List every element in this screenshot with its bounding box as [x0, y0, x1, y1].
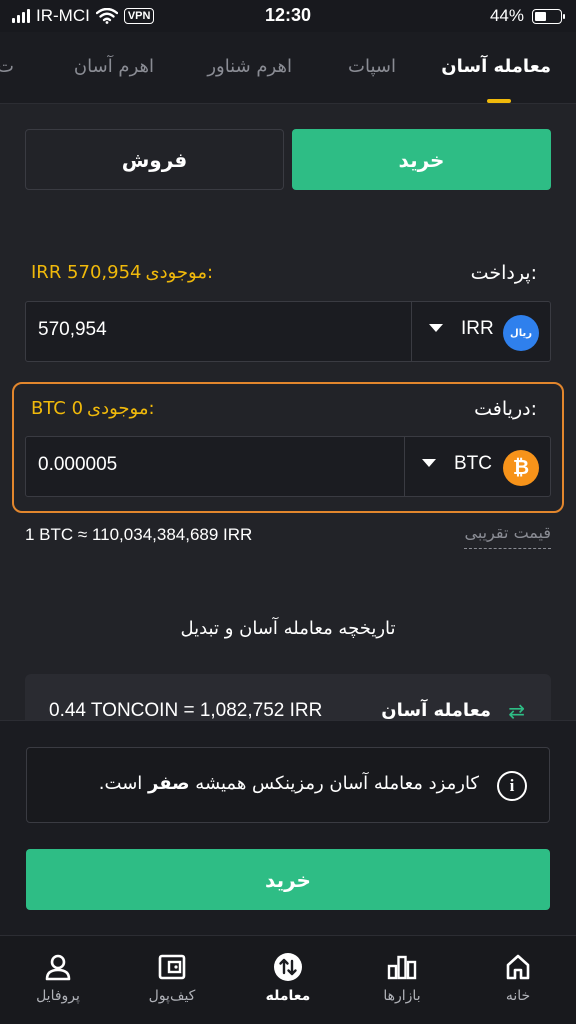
trade-type-tabs: معامله آسان اسپات اهرم شناور اهرم آسان ت	[0, 32, 576, 104]
pay-balance-value: IRR 570,954	[31, 262, 142, 283]
fee-notice-text: کارمزد معامله آسان رمزینکس همیشه صفر است…	[99, 773, 479, 794]
receive-balance-label: موجودی:	[87, 398, 155, 419]
approximate-price-label[interactable]: قیمت تقریبی	[464, 523, 551, 549]
fee-notice-text-main: کارمزد معامله آسان رمزینکس همیشه	[195, 773, 479, 794]
receive-field: 0.000005 BTC ₿	[25, 436, 551, 497]
bottom-sheet: i کارمزد معامله آسان رمزینکس همیشه صفر ا…	[0, 720, 576, 935]
tab-easy-trade[interactable]: معامله آسان	[441, 56, 551, 77]
sell-toggle-button[interactable]: فروش	[25, 129, 284, 190]
markets-icon	[352, 950, 452, 984]
exchange-rate: 1 BTC ≈ 110,034,384,689 IRR	[25, 525, 253, 544]
nav-trade[interactable]: معامله	[238, 950, 338, 1004]
pay-label: پرداخت:	[470, 262, 537, 284]
tab-floating-leverage[interactable]: اهرم شناور	[207, 56, 292, 77]
receive-divider	[404, 437, 405, 496]
pay-field: 570,954 IRR ریال	[25, 301, 551, 362]
pay-label-row: پرداخت: IRR 570,954 موجودی:	[25, 262, 551, 290]
receive-label-row: دریافت: BTC 0 موجودی:	[25, 398, 551, 426]
tab-overflow[interactable]: ت	[0, 56, 14, 77]
battery-icon	[532, 8, 565, 24]
bitcoin-coin-icon: ₿	[503, 450, 539, 486]
pay-amount-input[interactable]: 570,954	[38, 319, 107, 341]
history-title: تاریخچه معامله آسان و تبدیل	[180, 618, 396, 639]
receive-currency: BTC	[454, 453, 492, 474]
fee-notice-text-bold: صفر	[148, 773, 190, 794]
rial-coin-icon: ریال	[503, 315, 539, 351]
receive-balance[interactable]: BTC 0 موجودی:	[31, 398, 155, 419]
tab-easy-leverage[interactable]: اهرم آسان	[74, 56, 154, 77]
nav-wallet[interactable]: کیف‌پول	[122, 950, 222, 1004]
status-bar: IR-MCI VPN 12:30 44%	[0, 0, 576, 32]
buy-submit-button[interactable]: خرید	[26, 849, 550, 910]
history-item-value: 0.44 TONCOIN = 1,082,752 IRR	[49, 700, 323, 721]
nav-markets[interactable]: بازارها	[352, 950, 452, 1004]
nav-wallet-label: کیف‌پول	[148, 988, 196, 1004]
nav-profile[interactable]: پروفایل	[8, 950, 108, 1004]
nav-home[interactable]: خانه	[468, 950, 568, 1004]
fee-notice: i کارمزد معامله آسان رمزینکس همیشه صفر ا…	[26, 747, 550, 823]
chevron-down-icon	[429, 324, 443, 332]
battery-percent: 44%	[489, 6, 524, 25]
buy-toggle-button[interactable]: خرید	[292, 129, 551, 190]
status-right: 44%	[489, 6, 565, 26]
nav-home-label: خانه	[505, 988, 531, 1004]
history-item-type: معامله آسان	[381, 700, 491, 721]
tab-spot[interactable]: اسپات	[348, 56, 396, 77]
receive-amount-input[interactable]: 0.000005	[38, 454, 117, 476]
wallet-icon	[122, 950, 222, 984]
nav-trade-label: معامله	[265, 988, 311, 1004]
trade-panel: خرید فروش پرداخت: IRR 570,954 موجودی: 570…	[0, 104, 576, 734]
profile-icon	[8, 950, 108, 984]
pay-balance[interactable]: IRR 570,954 موجودی:	[31, 262, 213, 283]
pay-balance-label: موجودی:	[145, 262, 214, 283]
info-icon: i	[497, 771, 527, 801]
nav-profile-label: پروفایل	[36, 988, 80, 1004]
chevron-down-icon	[422, 459, 436, 467]
nav-markets-label: بازارها	[383, 988, 421, 1004]
bottom-navigation: خانه بازارها معامله کیف‌پول پروفایل	[0, 935, 576, 1024]
active-tab-indicator	[487, 99, 511, 103]
fee-notice-text-end: است.	[98, 773, 143, 794]
pay-currency: IRR	[461, 318, 494, 339]
receive-balance-value: BTC 0	[31, 398, 84, 419]
receive-label: دریافت:	[474, 398, 537, 420]
home-icon	[468, 950, 568, 984]
trade-icon	[238, 950, 338, 984]
pay-divider	[411, 302, 412, 361]
